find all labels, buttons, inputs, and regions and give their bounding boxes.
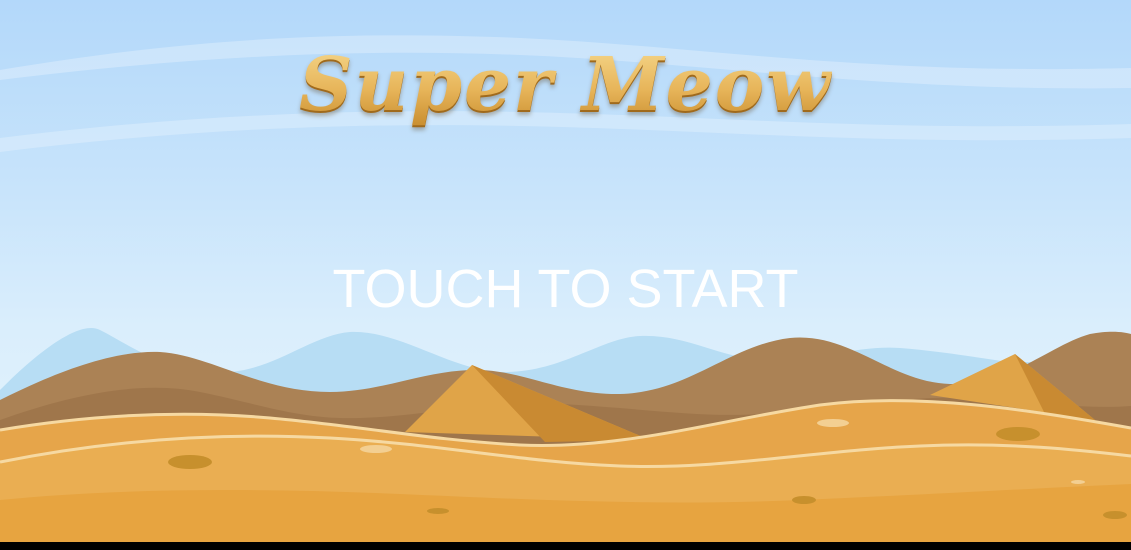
touch-to-start-prompt[interactable]: TOUCH TO START (0, 258, 1131, 320)
sand-pebble (427, 508, 449, 514)
sand-pebble (792, 496, 816, 504)
sand-pebble (1103, 511, 1127, 519)
sand-pebble (996, 427, 1040, 441)
sand-pebble (817, 419, 849, 427)
sand-pebble (168, 455, 212, 469)
game-screen[interactable]: Super Meow TOUCH TO START (0, 0, 1131, 546)
sand-pebble (1071, 480, 1085, 484)
bottom-border (0, 542, 1131, 546)
sand-pebble (360, 445, 392, 453)
game-title: Super Meow (0, 42, 1131, 128)
